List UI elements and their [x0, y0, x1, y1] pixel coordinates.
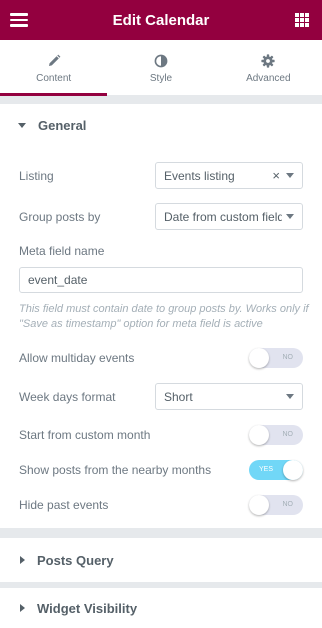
gear-icon — [261, 54, 275, 68]
contrast-icon — [154, 54, 168, 68]
custom-month-label: Start from custom month — [19, 428, 151, 442]
chevron-down-icon — [286, 214, 294, 219]
hide-past-label: Hide past events — [19, 498, 109, 512]
meta-field-input[interactable]: event_date — [19, 267, 303, 293]
clear-icon[interactable]: × — [272, 168, 280, 183]
switch-state-text: NO — [282, 431, 294, 438]
meta-field-note: This field must contain date to group po… — [19, 303, 309, 330]
section-general-header[interactable]: General — [0, 104, 322, 148]
menu-icon[interactable] — [10, 13, 28, 27]
caret-right-icon — [20, 556, 25, 564]
switch-knob — [249, 495, 269, 515]
tab-content-label: Content — [36, 73, 72, 84]
hide-past-switch[interactable]: NO — [249, 495, 303, 515]
section-posts-query-header[interactable]: Posts Query — [0, 538, 322, 582]
tab-style-label: Style — [149, 73, 173, 84]
listing-label: Listing — [19, 168, 54, 183]
caret-down-icon — [18, 123, 26, 128]
widgets-grid-icon[interactable] — [295, 13, 309, 27]
section-widget-visibility-header[interactable]: Widget Visibility — [0, 588, 322, 628]
switch-knob — [249, 348, 269, 368]
tab-content[interactable]: Content — [0, 40, 108, 96]
multiday-switch[interactable]: NO — [249, 348, 303, 368]
panel-header: Edit Calendar — [0, 0, 322, 40]
week-days-select[interactable]: Short — [155, 383, 303, 410]
section-general-body: Listing Events listing × Group posts by … — [0, 146, 322, 528]
section-posts-query-title: Posts Query — [37, 552, 114, 568]
switch-state-text: NO — [282, 501, 294, 508]
multiday-label: Allow multiday events — [19, 351, 135, 365]
group-by-value: Date from custom field — [164, 209, 282, 224]
nearby-label: Show posts from the nearby months — [19, 463, 212, 477]
tab-style[interactable]: Style — [107, 40, 215, 95]
chevron-down-icon — [286, 173, 294, 178]
nearby-switch[interactable]: YES — [249, 460, 303, 480]
pencil-icon — [48, 54, 61, 66]
switch-state-text: YES — [259, 466, 274, 473]
custom-month-switch[interactable]: NO — [249, 425, 303, 445]
week-days-value: Short — [164, 389, 193, 404]
switch-state-text: NO — [282, 354, 294, 361]
editor-tabs: Content Style Advanced — [0, 40, 322, 96]
meta-field-label: Meta field name — [19, 244, 105, 258]
group-by-select[interactable]: Date from custom field — [155, 203, 303, 230]
tab-advanced[interactable]: Advanced — [214, 40, 322, 95]
listing-select[interactable]: Events listing × — [155, 162, 303, 189]
switch-knob — [249, 425, 269, 445]
meta-field-row: Meta field name — [19, 242, 303, 260]
group-by-label: Group posts by — [19, 209, 101, 224]
panel-title: Edit Calendar — [112, 11, 210, 29]
chevron-down-icon — [286, 394, 294, 399]
week-days-label: Week days format — [19, 389, 116, 404]
caret-right-icon — [20, 604, 25, 612]
listing-value: Events listing — [164, 168, 235, 183]
switch-knob — [283, 460, 303, 480]
section-widget-visibility-title: Widget Visibility — [37, 600, 138, 616]
section-general-title: General — [38, 118, 87, 133]
tab-advanced-label: Advanced — [246, 73, 291, 84]
